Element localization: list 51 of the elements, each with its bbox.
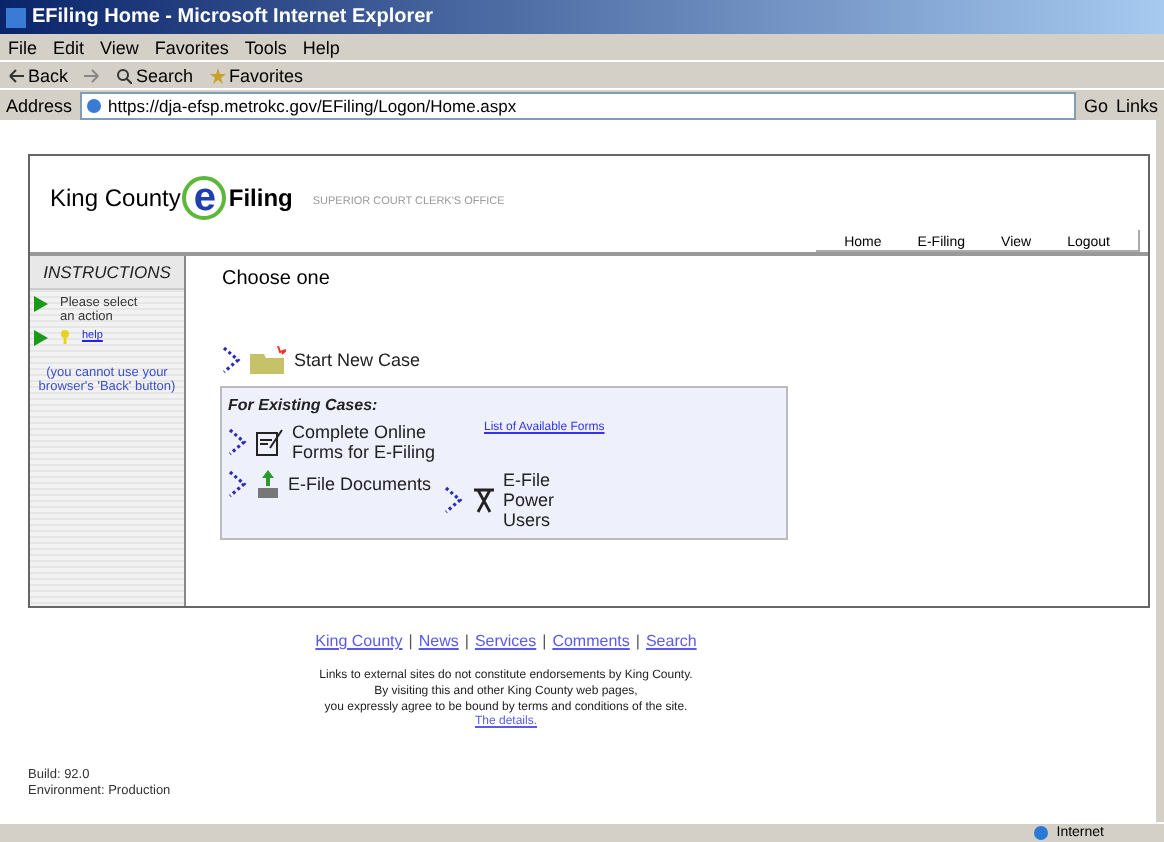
footer-link[interactable]: King County	[315, 632, 403, 650]
footer-link[interactable]: News	[418, 632, 459, 650]
footer-link[interactable]: Services	[474, 632, 537, 650]
menu-item[interactable]: File	[8, 37, 38, 57]
toolbar-button[interactable]	[84, 67, 101, 83]
footer-link[interactable]: Comments	[552, 632, 630, 650]
brand-name: King County	[50, 184, 181, 212]
star-icon	[209, 67, 226, 83]
panel-title: For Existing Cases:	[228, 396, 380, 414]
chevron-icon	[222, 346, 242, 374]
start-new-case-link[interactable]: Start New Case	[222, 346, 1148, 374]
address-label: Address	[6, 95, 73, 115]
go-button[interactable]: Go	[1083, 95, 1108, 115]
toolbar-button[interactable]: Back	[8, 65, 69, 85]
window-title: EFiling Home - Microsoft Internet Explorer	[32, 6, 434, 28]
instructions-title: INSTRUCTIONS	[30, 256, 184, 290]
power-users-link[interactable]: E-File Power Users	[443, 470, 604, 530]
play-icon	[34, 296, 48, 312]
menu-item[interactable]: Help	[302, 37, 340, 57]
tool-icon	[471, 486, 496, 514]
page-heading: Choose one	[222, 268, 332, 290]
menu-item[interactable]: Favorites	[154, 37, 229, 57]
menu-item[interactable]: View	[100, 37, 139, 57]
form-icon	[256, 428, 284, 456]
upload-icon	[256, 470, 280, 498]
toolbar-button[interactable]: Search	[116, 65, 194, 85]
back-arrow-icon	[8, 67, 24, 83]
page-icon	[86, 97, 103, 113]
brand-name: Filing	[228, 184, 293, 212]
search-icon	[116, 67, 133, 83]
footer-link[interactable]: Search	[645, 632, 697, 650]
chevron-icon	[228, 470, 248, 498]
online-forms-link[interactable]: Complete Online Forms for E-Filing	[228, 422, 472, 462]
address-field[interactable]: https://dja-efsp.metrokc.gov/EFiling/Logon/Home.aspx	[80, 91, 1076, 119]
menu-item[interactable]: Tools	[244, 37, 287, 57]
play-icon	[34, 330, 48, 346]
chevron-icon	[228, 428, 248, 456]
folder-icon	[250, 346, 286, 374]
separator: |	[635, 632, 640, 650]
separator: |	[408, 632, 413, 650]
browser-icon	[6, 7, 26, 27]
brand-logo: e	[182, 176, 227, 220]
toolbar-button[interactable]: Favorites	[209, 65, 304, 85]
links-button[interactable]: Links	[1115, 95, 1158, 115]
menu-item[interactable]: Edit	[53, 37, 85, 57]
chevron-icon	[443, 486, 464, 514]
file-documents-link[interactable]: E-File Documents	[228, 470, 432, 498]
separator: |	[542, 632, 547, 650]
forward-arrow-icon	[84, 67, 101, 83]
separator: |	[464, 632, 469, 650]
globe-icon	[1034, 826, 1049, 840]
